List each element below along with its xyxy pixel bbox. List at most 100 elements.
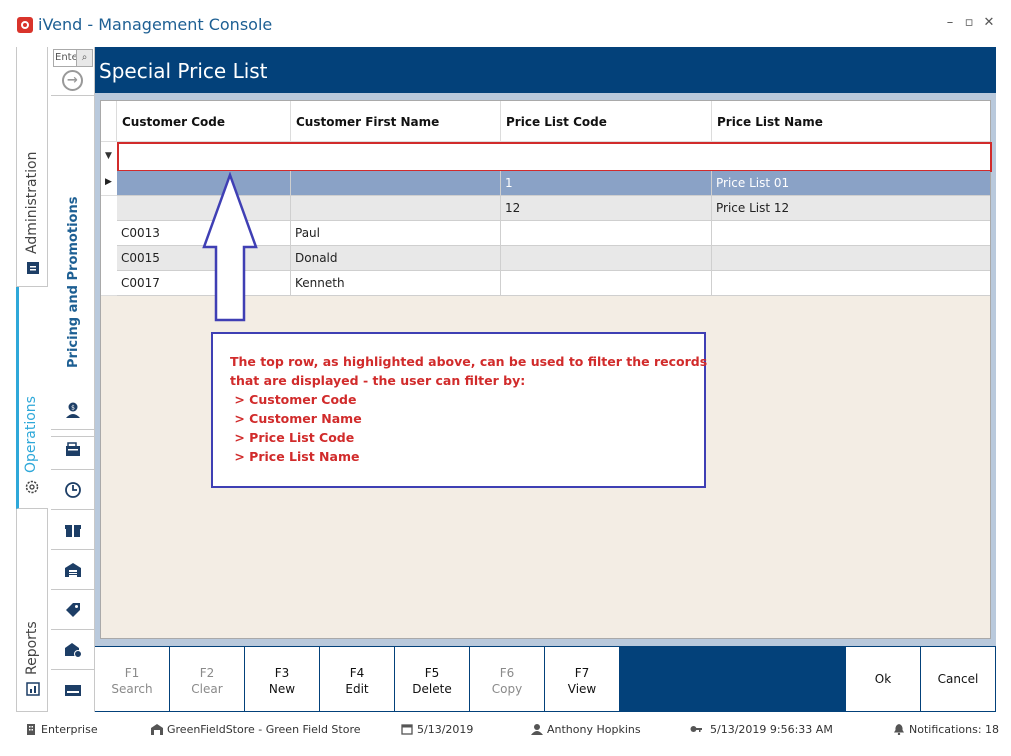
callout-line: that are displayed - the user can filter… bbox=[230, 373, 526, 388]
status-user-label: Anthony Hopkins bbox=[547, 723, 641, 736]
nav-item-gift[interactable] bbox=[51, 510, 94, 550]
status-store: GreenFieldStore - Green Field Store bbox=[151, 723, 361, 737]
gift-card-icon bbox=[65, 685, 81, 696]
register-icon bbox=[66, 442, 80, 456]
search-icon[interactable]: ⌕ bbox=[76, 50, 92, 66]
column-header-price-list-code[interactable]: Price List Code bbox=[501, 101, 712, 141]
status-store-label: GreenFieldStore - Green Field Store bbox=[167, 723, 361, 736]
cancel-button[interactable]: Cancel bbox=[921, 647, 995, 711]
secondary-nav: Ente ⌕ → Pricing and Promotions $ bbox=[51, 47, 95, 712]
tag-icon bbox=[66, 603, 80, 617]
status-date-label: 5/13/2019 bbox=[417, 723, 474, 736]
ok-button[interactable]: Ok bbox=[846, 647, 920, 711]
current-row-arrow-icon: ▶ bbox=[105, 177, 112, 187]
fkey-code: F3 bbox=[274, 666, 290, 680]
status-enterprise-label: Enterprise bbox=[41, 723, 98, 736]
key-icon bbox=[690, 726, 702, 732]
fkey-label: Clear bbox=[191, 682, 223, 696]
f7-view-button[interactable]: F7 View bbox=[545, 647, 619, 711]
fkey-code: F6 bbox=[499, 666, 515, 680]
primary-nav: Administration Operations Reports bbox=[16, 47, 48, 712]
price-user-icon: $ bbox=[66, 402, 80, 418]
f1-search-button[interactable]: F1 Search bbox=[95, 647, 169, 711]
nav-operations[interactable]: Operations bbox=[16, 287, 48, 509]
column-header-price-list-name[interactable]: Price List Name bbox=[712, 101, 990, 141]
forward-arrow-icon[interactable]: → bbox=[62, 70, 83, 91]
status-date: 5/13/2019 bbox=[401, 723, 473, 737]
fkey-label: Delete bbox=[412, 682, 452, 696]
f5-delete-button[interactable]: F5 Delete bbox=[395, 647, 469, 711]
maximize-icon[interactable]: ▫ bbox=[962, 16, 976, 30]
nav-item-warehouse[interactable] bbox=[51, 550, 94, 590]
row-indicator-column bbox=[101, 196, 117, 296]
calendar-icon bbox=[401, 724, 413, 735]
nav-item-price-user[interactable]: $ bbox=[51, 390, 94, 430]
row-indicator: ▶ bbox=[101, 171, 117, 196]
filter-input[interactable] bbox=[117, 142, 992, 172]
store-price-icon bbox=[65, 643, 82, 658]
column-header-customer-first-name[interactable]: Customer First Name bbox=[291, 101, 501, 141]
bell-icon bbox=[894, 724, 904, 735]
callout-line: > Customer Code bbox=[230, 392, 357, 407]
cell-customer-first-name bbox=[291, 171, 501, 195]
nav-item-schedule[interactable] bbox=[51, 470, 94, 510]
fkey-label: Edit bbox=[345, 682, 369, 696]
nav-reports[interactable]: Reports bbox=[16, 509, 48, 712]
clock-icon bbox=[65, 482, 81, 498]
cell-price-list-code: 1 bbox=[501, 171, 712, 195]
window-title: iVend - Management Console bbox=[38, 15, 273, 34]
nav-pricing-promotions[interactable]: Pricing and Promotions bbox=[51, 95, 94, 437]
title-bar: iVend - Management Console – ▫ ✕ bbox=[0, 0, 1011, 46]
nav-search-input[interactable]: Ente ⌕ bbox=[53, 49, 93, 67]
callout-line: > Price List Code bbox=[230, 430, 355, 445]
status-datetime: 5/13/2019 9:56:33 AM bbox=[690, 723, 833, 737]
fkey-code: F1 bbox=[124, 666, 140, 680]
grid-header: Customer Code Customer First Name Price … bbox=[101, 101, 990, 141]
column-header-customer-code[interactable]: Customer Code bbox=[117, 101, 291, 141]
page-header: Special Price List bbox=[95, 47, 996, 93]
cell-price-list-code bbox=[501, 246, 712, 270]
administration-icon bbox=[27, 262, 39, 274]
filter-icon: ▼ bbox=[105, 151, 112, 161]
fkey-label: Copy bbox=[491, 682, 523, 696]
user-icon bbox=[531, 724, 543, 735]
nav-item-tags[interactable] bbox=[51, 590, 94, 630]
gear-icon bbox=[25, 480, 39, 494]
minimize-icon[interactable]: – bbox=[943, 16, 957, 30]
reports-icon bbox=[26, 682, 40, 696]
cell-price-list-code: 12 bbox=[501, 196, 712, 220]
fkey-label: Search bbox=[111, 682, 153, 696]
cell-customer-first-name: Donald bbox=[291, 246, 501, 270]
store-icon bbox=[151, 724, 163, 735]
svg-text:$: $ bbox=[71, 405, 75, 412]
nav-item-gift-card[interactable] bbox=[51, 670, 94, 710]
nav-search-placeholder: Ente bbox=[55, 52, 78, 63]
status-datetime-label: 5/13/2019 9:56:33 AM bbox=[710, 723, 833, 736]
cell-price-list-name bbox=[712, 246, 990, 270]
f6-copy-button[interactable]: F6 Copy bbox=[470, 647, 544, 711]
close-icon[interactable]: ✕ bbox=[982, 16, 996, 30]
fkey-code: F4 bbox=[349, 666, 365, 680]
fkey-code: F5 bbox=[424, 666, 440, 680]
cell-price-list-code bbox=[501, 221, 712, 245]
fkey-label: View bbox=[567, 682, 597, 696]
f2-clear-button[interactable]: F2 Clear bbox=[170, 647, 244, 711]
cell-customer-first-name: Kenneth bbox=[291, 271, 501, 295]
nav-administration[interactable]: Administration bbox=[16, 47, 48, 287]
page-title: Special Price List bbox=[99, 59, 268, 83]
nav-pricing-promotions-label: Pricing and Promotions bbox=[66, 196, 81, 368]
cell-price-list-name: Price List 01 bbox=[716, 176, 790, 190]
nav-item-store-price[interactable] bbox=[51, 630, 94, 670]
cell-price-list-name: Price List 12 bbox=[716, 201, 790, 215]
cell-customer-first-name: Paul bbox=[291, 221, 501, 245]
app-logo-icon bbox=[17, 17, 33, 33]
annotation-callout: The top row, as highlighted above, can b… bbox=[211, 332, 707, 488]
f4-edit-button[interactable]: F4 Edit bbox=[320, 647, 394, 711]
f3-new-button[interactable]: F3 New bbox=[245, 647, 319, 711]
status-enterprise: Enterprise bbox=[25, 723, 98, 737]
gift-icon bbox=[65, 525, 81, 537]
cell-price-list-name bbox=[712, 221, 990, 245]
status-notifications[interactable]: Notifications: 18 bbox=[893, 723, 999, 737]
nav-item-register[interactable] bbox=[51, 430, 94, 470]
nav-administration-label: Administration bbox=[24, 151, 40, 254]
